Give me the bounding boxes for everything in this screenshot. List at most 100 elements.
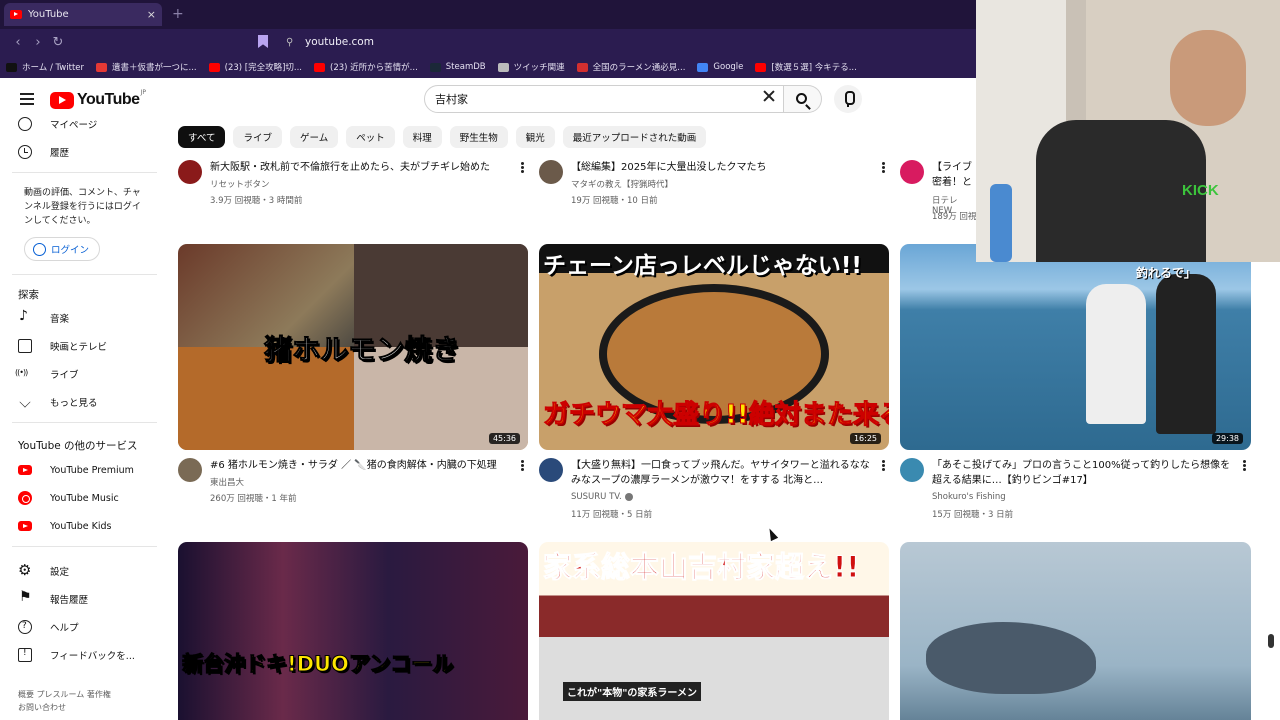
- voice-search-icon[interactable]: [834, 85, 862, 113]
- live-icon: [15, 367, 32, 381]
- channel-name-text: SUSURU TV.: [571, 492, 622, 502]
- login-button[interactable]: ログイン: [24, 237, 101, 261]
- history-icon: [18, 145, 32, 159]
- channel-avatar[interactable]: [178, 160, 202, 184]
- bookmark-label: (23) [完全攻略]切...: [224, 63, 303, 73]
- filter-chip[interactable]: 料理: [402, 126, 442, 148]
- sidebar-item-help[interactable]: ヘルプ: [18, 617, 79, 637]
- filter-chip[interactable]: 観光: [515, 126, 555, 148]
- account-icon: [33, 242, 46, 256]
- music-note-icon: [18, 308, 32, 325]
- forward-icon[interactable]: ›: [28, 35, 48, 50]
- search-icon: [796, 93, 807, 104]
- bookmark-item[interactable]: (23) [完全攻略]切...: [208, 61, 303, 73]
- filter-chip[interactable]: 最近アップロードされた動画: [562, 126, 707, 148]
- search-input[interactable]: [435, 92, 735, 105]
- sidebar-item-history[interactable]: 履歴: [18, 142, 69, 162]
- bookmark-label: SteamDB: [445, 62, 486, 72]
- tab-title: YouTube: [28, 9, 69, 20]
- thumbnail-caption-bottom: ガチウマ大盛り!!絶対また来る: [543, 400, 889, 431]
- filter-chip[interactable]: すべて: [178, 126, 226, 148]
- video-thumbnail[interactable]: 家系総本山吉村家超え!! これが"本物"の家系ラーメン: [539, 542, 889, 720]
- new-tab-button[interactable]: +: [172, 6, 184, 22]
- bookmark-item[interactable]: ツイッチ関連: [497, 61, 565, 73]
- filter-chip[interactable]: ライブ: [233, 126, 282, 148]
- sidebar-item-live[interactable]: ライブ: [15, 364, 79, 384]
- url-field[interactable]: youtube.com: [305, 36, 374, 48]
- more-options-icon[interactable]: [882, 460, 885, 463]
- bookmark-item[interactable]: 全国のラーメン通必見...: [576, 61, 685, 73]
- menu-icon[interactable]: [20, 93, 34, 105]
- video-title[interactable]: #6 猪ホルモン焼き・サラダ ／ 🔪猪の食肉解体・内臓の下処理: [210, 458, 510, 473]
- bookmark-item[interactable]: ホーム / Twitter: [6, 61, 84, 73]
- bookmark-label: ツイッチ関連: [513, 63, 565, 73]
- search-button[interactable]: [784, 85, 822, 113]
- channel-name[interactable]: Shokuro's Fishing: [932, 492, 1006, 502]
- youtube-kids-icon: [18, 521, 32, 531]
- video-thumbnail[interactable]: チェーン店っレベルじゃない!! ガチウマ大盛り!!絶対また来る 16:25: [539, 244, 889, 450]
- more-options-icon[interactable]: [521, 162, 524, 165]
- video-thumbnail[interactable]: 新台沖ドキ!DUOアンコール: [178, 542, 528, 720]
- channel-name[interactable]: リセットボタン: [210, 178, 270, 190]
- bookmark-item[interactable]: 遺書＋仮書が一つに...: [96, 61, 197, 73]
- sidebar-item-settings[interactable]: 設定: [18, 561, 69, 581]
- channel-avatar[interactable]: [539, 160, 563, 184]
- sidebar-item-label: マイページ: [50, 120, 98, 131]
- channel-name[interactable]: SUSURU TV.: [571, 492, 633, 502]
- browser-tab[interactable]: YouTube ×: [4, 3, 162, 26]
- sidebar-item-kids[interactable]: YouTube Kids: [18, 516, 112, 536]
- video-title[interactable]: 【ライブ 密着！と: [932, 160, 976, 190]
- thumbnail-caption: 新台沖ドキ!DUOアンコール: [181, 652, 454, 677]
- channel-avatar[interactable]: [178, 458, 202, 482]
- clear-search-icon[interactable]: [762, 89, 776, 103]
- bookmark-item[interactable]: SteamDB: [429, 62, 486, 72]
- more-options-icon[interactable]: [1243, 460, 1246, 463]
- channel-avatar[interactable]: [900, 160, 924, 184]
- sidebar-item-music[interactable]: 音楽: [18, 308, 69, 328]
- search-box[interactable]: [424, 85, 784, 113]
- sidebar-item-mypage[interactable]: マイページ: [18, 114, 97, 134]
- video-title[interactable]: 新大阪駅・改札前で不倫旅行を止めたら、夫がブチギレ始めた: [210, 160, 510, 175]
- footer-links[interactable]: 概要 プレスルーム 著作権: [18, 688, 158, 701]
- more-options-icon[interactable]: [882, 162, 885, 165]
- video-thumbnail[interactable]: [900, 542, 1251, 720]
- filter-chip[interactable]: 野生生物: [449, 126, 508, 148]
- sidebar-item-movies[interactable]: 映画とテレビ: [18, 336, 107, 356]
- scrollbar-thumb[interactable]: [1268, 634, 1274, 648]
- sidebar-item-more[interactable]: もっと見る: [18, 392, 98, 412]
- filter-chip[interactable]: ペット: [346, 126, 395, 148]
- bookmark-item[interactable]: Google: [697, 62, 743, 72]
- back-icon[interactable]: ‹: [8, 35, 28, 50]
- video-title[interactable]: 【総編集】2025年に大量出没したクマたち: [571, 160, 871, 175]
- site-settings-icon[interactable]: ⚲: [286, 37, 293, 48]
- sidebar-item-feedback[interactable]: フィードバックを...: [18, 645, 135, 665]
- video-title[interactable]: 【大盛り無料】一口食ってブッ飛んだ。ヤサイタワーと溢れるななみなスープの濃厚ラー…: [571, 458, 871, 488]
- video-duration: 29:38: [1211, 433, 1243, 444]
- sidebar-item-premium[interactable]: YouTube Premium: [18, 460, 134, 480]
- sidebar-item-label: ヘルプ: [50, 623, 79, 634]
- reload-icon[interactable]: ↻: [48, 35, 68, 50]
- sidebar-item-music-app[interactable]: YouTube Music: [18, 488, 119, 508]
- bookmark-item[interactable]: [数選５選] 今キテる...: [755, 61, 857, 73]
- video-stats: 11万 回視聴・5 日前: [571, 510, 653, 520]
- bookmark-favicon-icon: [755, 62, 767, 72]
- sidebar-item-report-history[interactable]: 報告履歴: [18, 589, 88, 609]
- tab-close-icon[interactable]: ×: [147, 8, 156, 21]
- bookmark-icon[interactable]: [258, 35, 268, 48]
- footer-contact[interactable]: お問い合わせ: [18, 701, 158, 714]
- video-thumbnail[interactable]: 釣れるで」 29:38: [900, 244, 1251, 450]
- channel-avatar[interactable]: [539, 458, 563, 482]
- channel-name[interactable]: 東出昌大: [210, 476, 244, 488]
- video-thumbnail[interactable]: 猪ホルモン焼き 45:36: [178, 244, 528, 450]
- bookmark-item[interactable]: (23) 近所から苦情が...: [314, 61, 418, 73]
- filter-chip[interactable]: ゲーム: [289, 126, 339, 148]
- explore-heading: 探索: [18, 289, 39, 301]
- more-options-icon[interactable]: [521, 460, 524, 463]
- video-title[interactable]: 「あそこ投げてみ」プロの言うこと100%従って釣りしたら想像を超える結果に…【釣…: [932, 458, 1232, 488]
- youtube-premium-icon: [18, 465, 32, 475]
- verified-icon: [624, 492, 633, 501]
- youtube-logo[interactable]: YouTube JP: [50, 89, 146, 109]
- streamer-body: [1036, 120, 1206, 262]
- channel-avatar[interactable]: [900, 458, 924, 482]
- channel-name[interactable]: マタギの教え【狩猟時代】: [571, 178, 673, 190]
